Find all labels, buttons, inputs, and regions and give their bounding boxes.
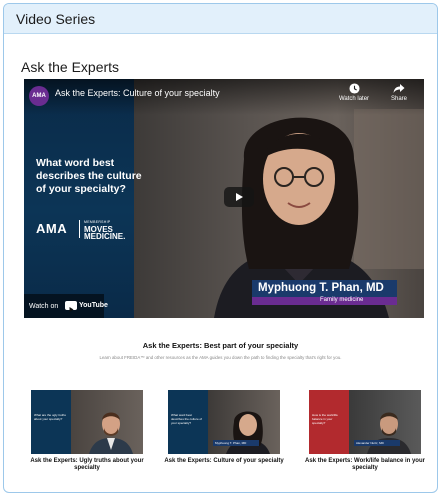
channel-avatar[interactable]: AMA: [29, 86, 49, 106]
thumbnail-nameplate: Myphuong T. Phan, MD: [213, 440, 259, 446]
watch-later-label: Watch later: [338, 96, 370, 102]
panel-title: Video Series: [16, 11, 96, 27]
video-question-text: What word best describes the culture of …: [36, 157, 142, 195]
thumbnail-nameplate: Alexander Nurtz, MD: [354, 440, 400, 446]
video-series-panel: Video Series Ask the Experts AMA Ask the…: [3, 3, 438, 493]
share-arrow-icon: [393, 84, 405, 93]
thumbnail-graphic-panel: [31, 390, 71, 454]
video-thumbnail-1[interactable]: What are the ugly truths about your spec…: [31, 390, 143, 454]
thumbnail-question: How is the work/life balance in your spe…: [312, 413, 338, 425]
panel-header: Video Series: [4, 4, 437, 34]
video-thumbnail-2[interactable]: What word best describes the culture of …: [168, 390, 280, 454]
video-title-link[interactable]: Ask the Experts: Culture of your special…: [55, 88, 220, 98]
thumbnail-caption-3[interactable]: Ask the Experts: Work/life balance in yo…: [295, 458, 435, 472]
thumbnail-question: What are the ugly truths about your spec…: [34, 413, 66, 421]
youtube-wordmark: YouTube: [79, 302, 108, 309]
share-label: Share: [390, 96, 407, 102]
video-thumbnail-3[interactable]: How is the work/life balance in your spe…: [309, 390, 421, 454]
watch-on-label: Watch on: [29, 303, 59, 310]
watch-later-button[interactable]: Watch later: [334, 83, 374, 102]
moves-line-3: MEDICINE.: [84, 232, 126, 241]
video-player[interactable]: AMA Ask the Experts: Culture of your spe…: [24, 79, 424, 318]
youtube-logo-icon: [65, 301, 77, 312]
thumbnail-caption-1[interactable]: Ask the Experts: Ugly truths about your …: [17, 458, 157, 472]
share-button[interactable]: Share: [379, 83, 419, 102]
description-title: Ask the Experts: Best part of your speci…: [142, 341, 299, 350]
speaker-name: Myphuong T. Phan, MD: [258, 282, 384, 294]
thumbnail-caption-2[interactable]: Ask the Experts: Culture of your special…: [154, 458, 294, 465]
speaker-figure: [226, 411, 270, 454]
play-icon: [236, 193, 243, 201]
thumbnail-question: What word best describes the culture of …: [171, 413, 203, 425]
speaker-figure: [367, 412, 411, 454]
speaker-figure: [89, 412, 133, 454]
logo-divider: [79, 220, 80, 238]
description-text: Learn about FREIDA™ and other resources …: [99, 355, 342, 360]
moves-medicine-logo: MEMBERSHIP MOVES MEDICINE.: [84, 219, 126, 241]
ama-logo: AMA: [36, 221, 68, 236]
play-button[interactable]: [224, 187, 254, 207]
section-title: Ask the Experts: [21, 59, 120, 75]
clock-icon: [348, 83, 360, 94]
speaker-role: Family medicine: [320, 297, 364, 303]
